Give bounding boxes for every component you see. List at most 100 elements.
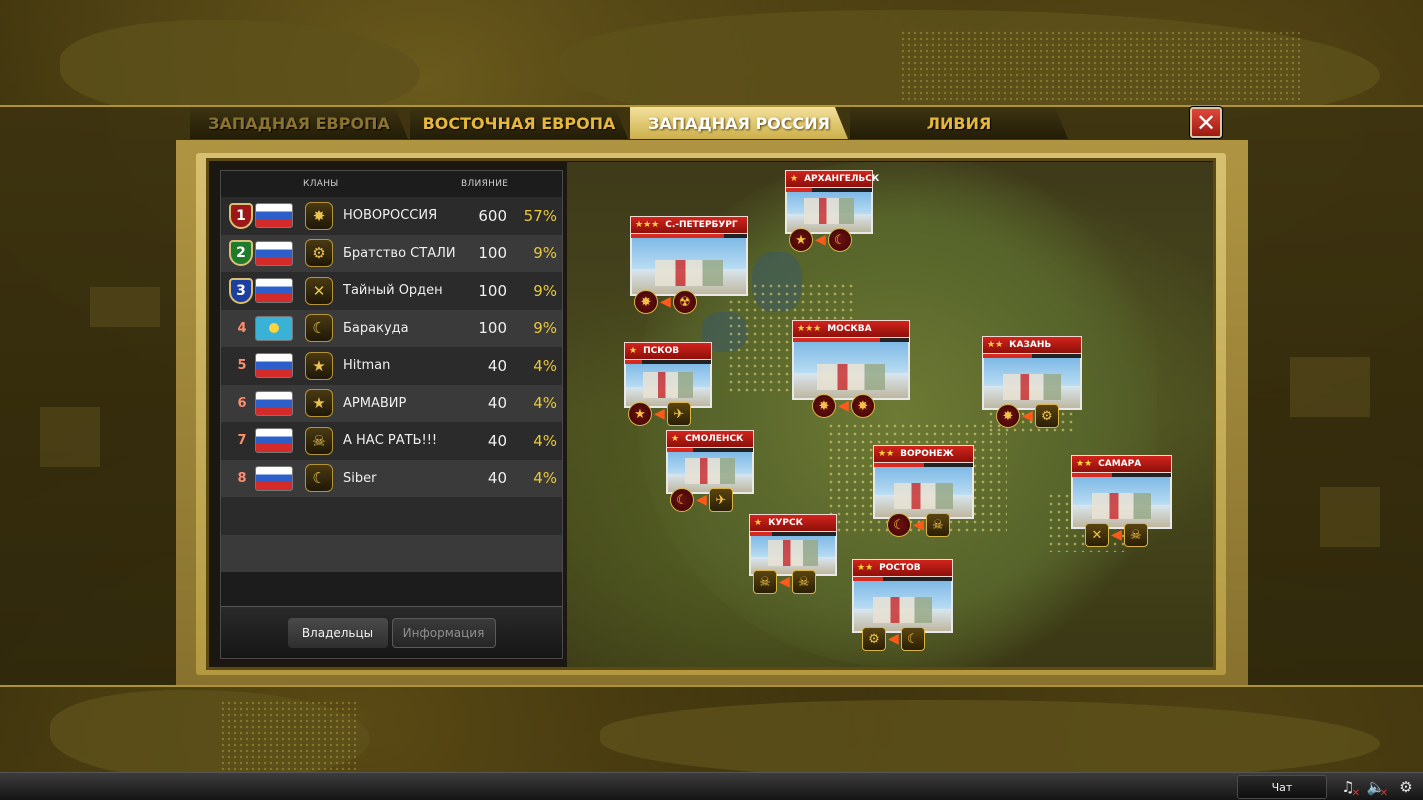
clan-table-header: КЛАНЫ ВЛИЯНИЕ	[221, 171, 562, 197]
city-image	[852, 581, 953, 633]
clan-influence: 100	[478, 319, 507, 338]
clan-emblem-icon: ✸	[812, 394, 836, 418]
attack-arrow-icon: ◀	[654, 406, 665, 422]
attack-arrow-icon: ◀	[1111, 527, 1122, 543]
clan-emblem-icon: ☾	[887, 513, 911, 537]
clan-emblem-icon: ★	[305, 389, 333, 418]
city-owner-icons: ☾ ◀ ✈	[670, 488, 733, 512]
clan-emblem-icon: ⚙	[1034, 404, 1059, 428]
clan-emblem-icon: ☾	[900, 627, 925, 651]
table-row[interactable]: 3 ✕ Тайный Орден 100 9%	[221, 272, 562, 310]
city-pskov[interactable]: ★ ПСКОВ ★ ◀ ✈	[624, 342, 712, 426]
rank-number: 4	[237, 320, 247, 336]
settings-icon[interactable]: ⚙	[1396, 777, 1416, 797]
header-clans: КЛАНЫ	[303, 179, 339, 189]
city-voronezh[interactable]: ★★ ВОРОНЕЖ ☾ ◀ ☠	[873, 445, 974, 537]
clan-percent: 4%	[533, 356, 557, 375]
city-image	[630, 238, 748, 296]
city-owner-icons: ☠ ◀ ☠	[753, 570, 816, 594]
clan-name: Siber	[343, 470, 377, 486]
flag-russia-icon	[255, 390, 293, 416]
table-row[interactable]: 1 ✸ НОВОРОССИЯ 600 57%	[221, 197, 562, 235]
tab-eastern-europe[interactable]: ВОСТОЧНАЯ ЕВРОПА	[410, 107, 628, 139]
city-kazan[interactable]: ★★ КАЗАНЬ ✸ ◀ ⚙	[982, 336, 1082, 428]
table-row[interactable]: 6 ★ АРМАВИР 40 4%	[221, 384, 562, 422]
attack-arrow-icon: ◀	[815, 232, 826, 248]
clan-emblem-icon: ☾	[670, 488, 694, 512]
tab-western-europe[interactable]: ЗАПАДНАЯ ЕВРОПА	[190, 107, 408, 139]
clan-emblem-icon: ⚙	[862, 627, 886, 651]
city-owner-icons: ★ ◀ ☾	[789, 228, 852, 252]
city-st-petersburg[interactable]: ★★★ С.-ПЕТЕРБУРГ ✸ ◀ ☢	[630, 216, 748, 314]
panel-footer: Владельцы Информация	[221, 606, 562, 658]
city-owner-icons: ✸ ◀ ✸	[812, 394, 875, 418]
clan-emblem-icon: ✸	[850, 394, 875, 418]
region-map[interactable]: ★★★ С.-ПЕТЕРБУРГ ✸ ◀ ☢ ★ АРХАНГЕЛЬСК ★ ◀ ☾ ★★★…	[567, 162, 1213, 667]
clan-percent: 9%	[533, 244, 557, 263]
clan-percent: 4%	[533, 394, 557, 413]
city-label: ★ ПСКОВ	[624, 342, 712, 360]
table-row[interactable]: 4 ☾ Баракуда 100 9%	[221, 309, 562, 347]
clan-percent: 57%	[523, 206, 557, 225]
flag-russia-icon	[255, 203, 293, 229]
city-label: ★★★ МОСКВА	[792, 320, 910, 338]
clan-emblem-icon: ✈	[666, 402, 691, 426]
clan-emblem-icon: ☾	[305, 314, 333, 343]
flag-russia-icon	[255, 428, 293, 454]
clan-emblem-icon: ☾	[827, 228, 852, 252]
sound-muted-icon[interactable]: 🔈 ✕	[1366, 777, 1388, 799]
empty-row	[221, 497, 562, 535]
city-moscow[interactable]: ★★★ МОСКВА ✸ ◀ ✸	[792, 320, 910, 418]
clan-percent: 9%	[533, 319, 557, 338]
city-rostov[interactable]: ★★ РОСТОВ ⚙ ◀ ☾	[852, 559, 953, 651]
city-label: ★ КУРСК	[749, 514, 837, 532]
clan-name: Братство СТАЛИ	[343, 245, 456, 261]
clan-percent: 9%	[533, 281, 557, 300]
clan-name: Hitman	[343, 358, 391, 374]
city-smolensk[interactable]: ★ СМОЛЕНСК ☾ ◀ ✈	[666, 430, 754, 512]
clan-name: А НАС РАТЬ!!!	[343, 433, 438, 449]
table-row[interactable]: 2 ⚙ Братство СТАЛИ 100 9%	[221, 234, 562, 272]
city-owner-icons: ✸ ◀ ☢	[634, 290, 697, 314]
chat-button[interactable]: Чат	[1237, 775, 1327, 799]
clan-ranking-panel: КЛАНЫ ВЛИЯНИЕ 1 ✸ НОВОРОССИЯ 600 57% 2 ⚙…	[220, 170, 563, 659]
region-tabs: ЗАПАДНАЯ ЕВРОПА ВОСТОЧНАЯ ЕВРОПА ЗАПАДНА…	[190, 107, 1070, 139]
rank-number: 7	[237, 433, 247, 449]
table-row[interactable]: 8 ☾ Siber 40 4%	[221, 459, 562, 497]
clan-emblem-icon: ☠	[305, 426, 333, 455]
clan-emblem-icon: ✸	[634, 290, 658, 314]
city-label: ★ АРХАНГЕЛЬСК	[785, 170, 879, 188]
attack-arrow-icon: ◀	[913, 517, 924, 533]
clan-percent: 4%	[533, 431, 557, 450]
clan-emblem-icon: ☠	[753, 570, 777, 594]
city-owner-icons: ✸ ◀ ⚙	[996, 404, 1059, 428]
clan-emblem-icon: ★	[628, 402, 652, 426]
header-influence: ВЛИЯНИЕ	[461, 179, 509, 189]
flag-kazakhstan-icon	[255, 315, 293, 341]
music-muted-icon[interactable]: ♫ ✕	[1338, 777, 1360, 799]
clan-emblem-icon: ★	[789, 228, 813, 252]
rank-number: 5	[237, 358, 247, 374]
close-button[interactable]: ✕	[1190, 107, 1222, 138]
clan-influence: 40	[487, 431, 507, 450]
city-samara[interactable]: ★★ САМАРА ✕ ◀ ☠	[1071, 455, 1172, 547]
table-row[interactable]: 7 ☠ А НАС РАТЬ!!! 40 4%	[221, 422, 562, 460]
attack-arrow-icon: ◀	[888, 631, 899, 647]
clan-emblem-icon: ☾	[305, 464, 333, 493]
attack-arrow-icon: ◀	[1022, 408, 1033, 424]
table-row[interactable]: 5 ★ Hitman 40 4%	[221, 347, 562, 385]
clan-emblem-icon: ☠	[791, 570, 816, 594]
clan-influence: 40	[487, 356, 507, 375]
info-button[interactable]: Информация	[391, 617, 496, 648]
city-kursk[interactable]: ★ КУРСК ☠ ◀ ☠	[749, 514, 837, 594]
tab-western-russia[interactable]: ЗАПАДНАЯ РОССИЯ	[630, 107, 848, 139]
clan-influence: 40	[487, 469, 507, 488]
city-arkhangelsk[interactable]: ★ АРХАНГЕЛЬСК ★ ◀ ☾	[785, 170, 879, 252]
clan-emblem-icon: ⚙	[305, 239, 333, 268]
owners-button[interactable]: Владельцы	[287, 617, 388, 648]
flag-russia-icon	[255, 353, 293, 379]
flag-russia-icon	[255, 465, 293, 491]
tab-libya[interactable]: ЛИВИЯ	[850, 107, 1068, 139]
city-owner-icons: ★ ◀ ✈	[628, 402, 691, 426]
city-label: ★ СМОЛЕНСК	[666, 430, 754, 448]
